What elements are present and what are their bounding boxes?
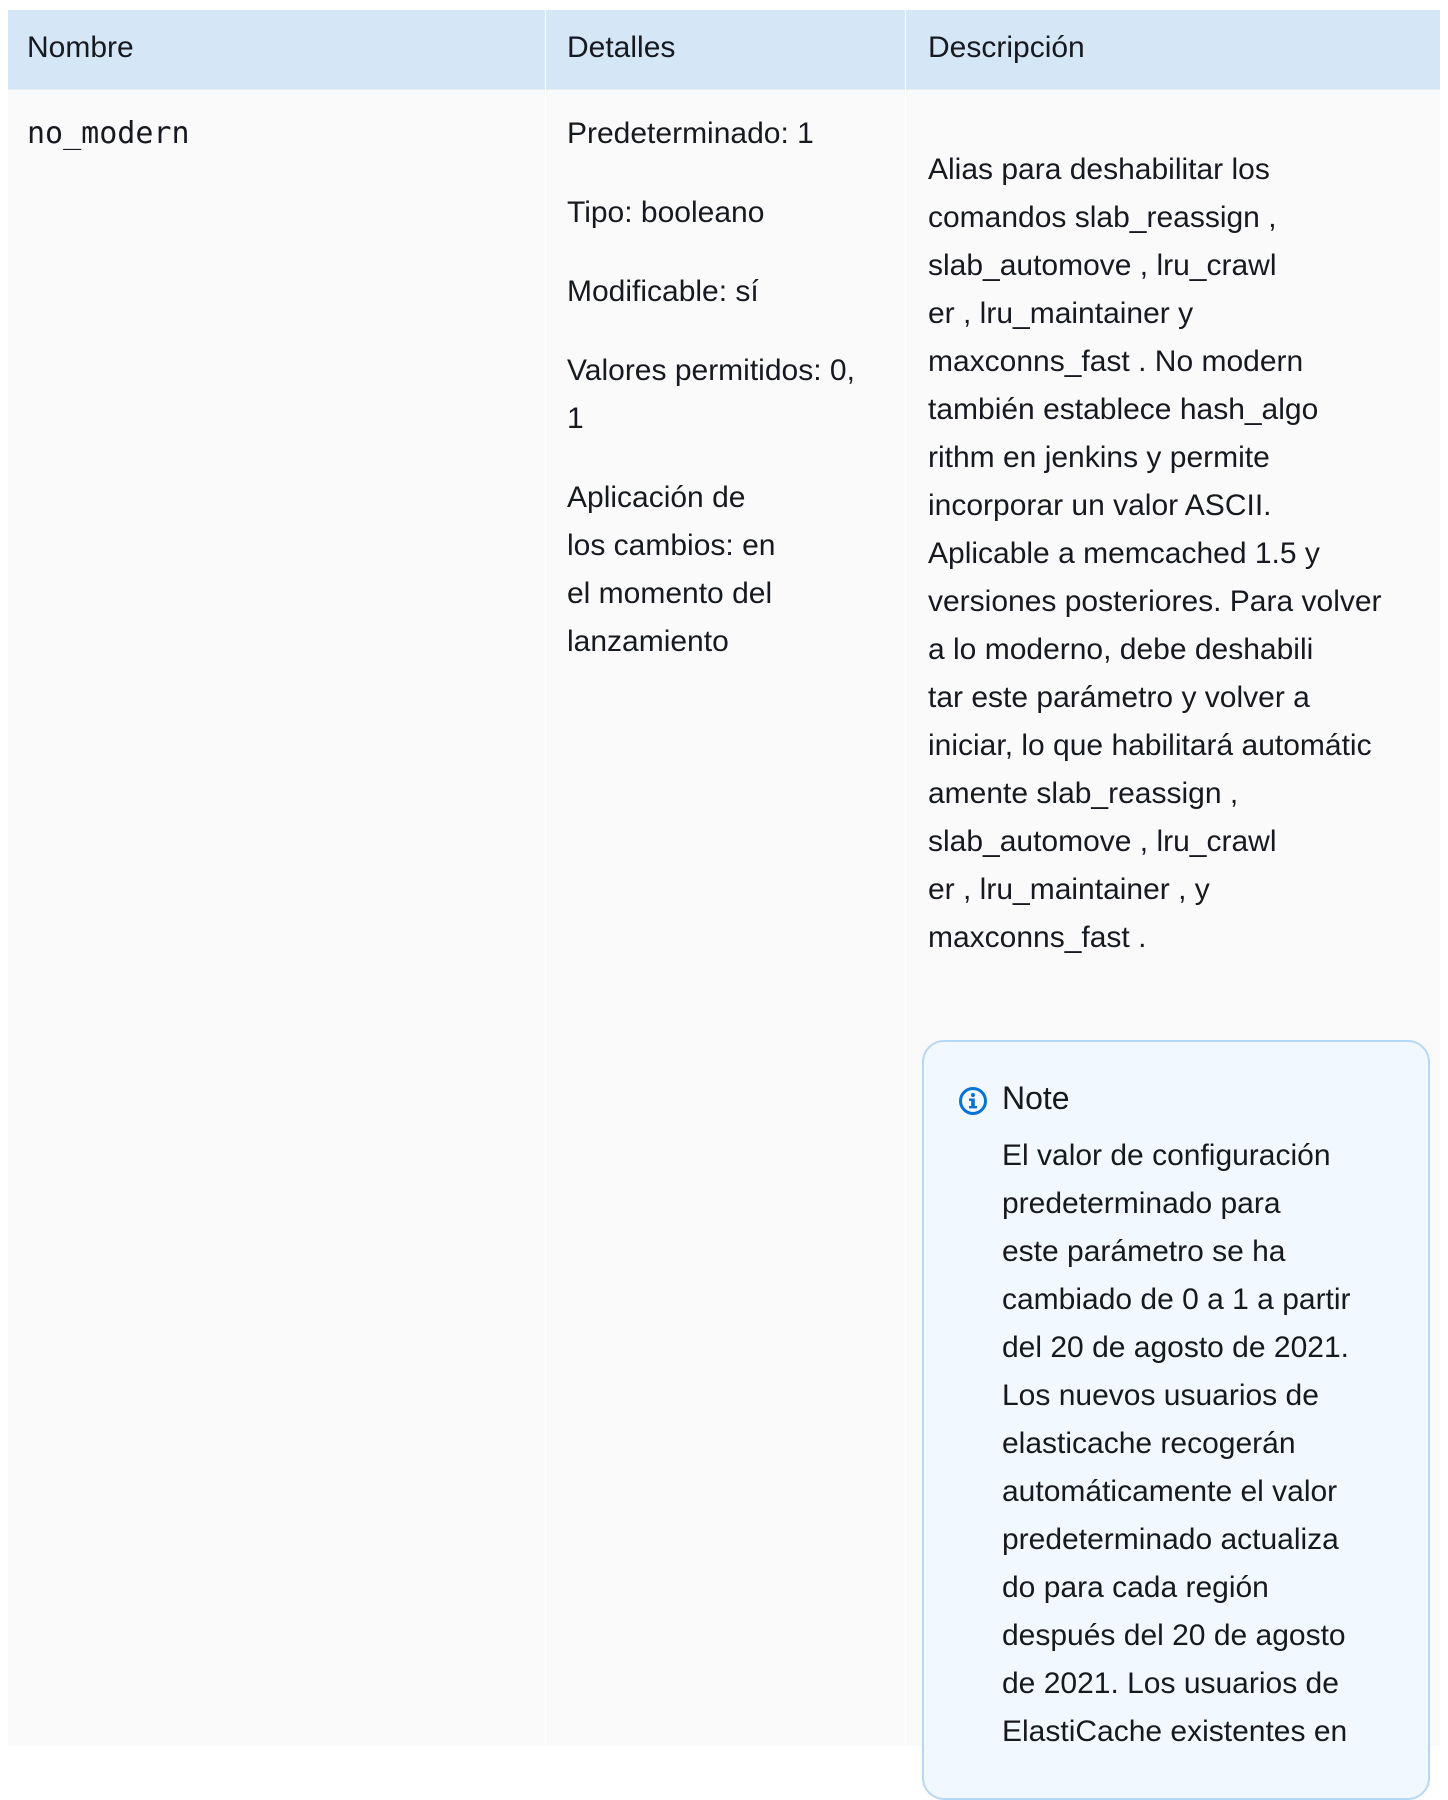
parameter-details: Predeterminado: 1 Tipo: booleano Modific… — [567, 110, 887, 666]
description-line: versiones posteriores. Para volver — [928, 585, 1382, 618]
detail-apply-3: el momento del — [567, 577, 773, 610]
header-descripcion: Descripción — [928, 31, 1085, 64]
detail-type: Tipo: booleano — [567, 196, 765, 229]
description-line: maxconns_fast . No modern — [928, 345, 1304, 378]
note-line: do para cada región — [1002, 1571, 1269, 1604]
note-line: automáticamente el valor — [1002, 1475, 1338, 1508]
description-line: tar este parámetro y volver a — [928, 681, 1310, 714]
note-line: predeterminado para — [1002, 1187, 1281, 1220]
info-icon — [959, 1087, 987, 1115]
note-line: cambiado de 0 a 1 a partir — [1002, 1283, 1351, 1316]
note-line: después del 20 de agosto — [1002, 1619, 1346, 1652]
detail-modifiable: Modificable: sí — [567, 275, 759, 308]
note-body: El valor de configuración predeterminado… — [1002, 1132, 1402, 1756]
parameters-table: Nombre Detalles Descripción no_modern Pr… — [8, 10, 1440, 1800]
detail-allowed-values-cont: 1 — [567, 402, 584, 435]
note-line: elasticache recogerán — [1002, 1427, 1296, 1460]
header-detalles: Detalles — [567, 31, 676, 64]
note-title: Note — [1002, 1080, 1070, 1116]
description-line: er , lru_maintainer y — [928, 297, 1194, 330]
description-line: Alias para deshabilitar los — [928, 153, 1270, 186]
description-line: iniciar, lo que habilitará automátic — [928, 729, 1372, 762]
parameter-name: no_modern — [27, 116, 190, 151]
description-line: maxconns_fast . — [928, 921, 1147, 954]
description-line: rithm en jenkins y permite — [928, 441, 1270, 474]
detail-apply-1: Aplicación de — [567, 481, 746, 514]
note-line: este parámetro se ha — [1002, 1235, 1286, 1268]
note-line: predeterminado actualiza — [1002, 1523, 1339, 1556]
column-divider — [905, 10, 906, 1746]
detail-apply-2: los cambios: en — [567, 529, 776, 562]
description-line: amente slab_reassign , — [928, 777, 1239, 810]
note-line: de 2021. Los usuarios de — [1002, 1667, 1339, 1700]
description-line: er , lru_maintainer , y — [928, 873, 1210, 906]
detail-allowed-values: Valores permitidos: 0, — [567, 354, 855, 387]
note-line: ElastiCache existentes en — [1002, 1715, 1348, 1748]
note-line: Los nuevos usuarios de — [1002, 1379, 1319, 1412]
description-line: incorporar un valor ASCII. — [928, 489, 1272, 522]
description-line: comandos slab_reassign , — [928, 201, 1277, 234]
detail-default: Predeterminado: 1 — [567, 117, 814, 150]
description-line: Aplicable a memcached 1.5 y — [928, 537, 1320, 570]
description-line: también establece hash_algo — [928, 393, 1319, 426]
description-line: a lo moderno, debe deshabili — [928, 633, 1314, 666]
column-divider — [545, 10, 546, 1746]
parameter-description: Alias para deshabilitar los comandos sla… — [928, 146, 1428, 962]
header-nombre: Nombre — [27, 31, 134, 64]
description-line: slab_automove , lru_crawl — [928, 249, 1277, 282]
note-line: El valor de configuración — [1002, 1139, 1331, 1172]
description-line: slab_automove , lru_crawl — [928, 825, 1277, 858]
detail-apply-4: lanzamiento — [567, 625, 729, 658]
table-header: Nombre Detalles Descripción — [8, 10, 1440, 90]
note-box: Note El valor de configuración predeterm… — [922, 1040, 1430, 1800]
note-line: del 20 de agosto de 2021. — [1002, 1331, 1349, 1364]
